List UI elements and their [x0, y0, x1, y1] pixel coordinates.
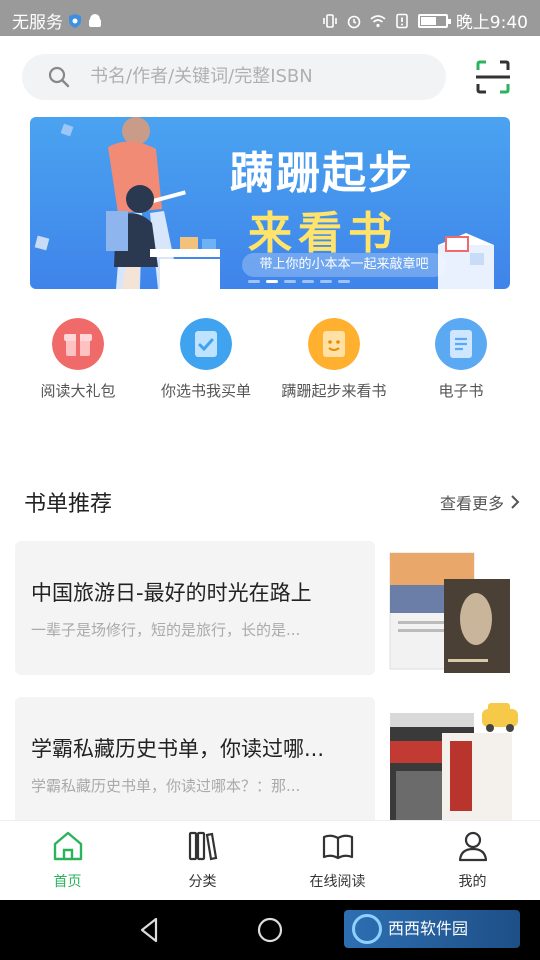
section-title: 书单推荐 — [24, 492, 113, 517]
booklist-covers — [389, 552, 510, 673]
ebook-icon — [435, 318, 487, 370]
open-book-icon — [322, 834, 353, 860]
home-icon — [53, 831, 82, 861]
category-books-icon — [188, 831, 217, 861]
see-more-label: 查看更多 — [439, 494, 504, 513]
banner-dot — [320, 280, 332, 283]
back-icon[interactable] — [134, 914, 166, 946]
book-smile-icon — [308, 318, 360, 370]
quick-entry-choose-book[interactable]: 你选书我买单 — [141, 318, 271, 401]
wifi-icon — [370, 14, 386, 27]
quick-entry-label: 你选书我买单 — [160, 382, 251, 400]
banner-caption: 带上你的小本本一起来敲章吧 — [242, 253, 446, 277]
user-icon — [458, 831, 487, 862]
nav-label: 首页 — [53, 874, 82, 890]
quick-entry-ebook[interactable]: 电子书 — [396, 318, 526, 401]
search-bar[interactable] — [22, 54, 446, 100]
banner-dot — [338, 280, 350, 283]
quick-entry-first-steps[interactable]: 蹒跚起步来看书 — [269, 318, 399, 401]
booklist-card[interactable]: 中国旅游日-最好的时光在路上 一辈子是场修行，短的是旅行，长的是... — [15, 541, 375, 675]
shield-icon — [69, 13, 81, 28]
bottom-nav: 首页 分类 在线阅读 我的 — [0, 820, 540, 900]
nav-home[interactable]: 首页 — [0, 829, 135, 891]
nav-label: 分类 — [188, 874, 217, 890]
status-left: 无服务 — [12, 8, 103, 33]
nav-label: 在线阅读 — [309, 874, 366, 890]
vibrate-icon — [323, 13, 337, 28]
status-bar: 无服务 晚上9:40 — [0, 0, 540, 36]
booklist-title: 学霸私藏历史书单，你读过哪... — [31, 737, 325, 761]
booklist-description: 一辈子是场修行，短的是旅行，长的是... — [31, 621, 301, 639]
promo-banner[interactable]: 蹒跚起步 来看书 带上你的小本本一起来敲章吧 — [30, 117, 510, 289]
quick-entry-gift[interactable]: 阅读大礼包 — [13, 318, 143, 401]
carrier-text: 无服务 — [12, 13, 63, 33]
banner-pagination — [248, 280, 350, 283]
banner-title: 蹒跚起步 — [230, 148, 414, 199]
nav-online-reading[interactable]: 在线阅读 — [270, 829, 405, 891]
watermark-badge: 西西软件园 — [344, 910, 520, 948]
status-right: 晚上9:40 — [322, 8, 528, 33]
book-check-icon — [180, 318, 232, 370]
booklist-card[interactable]: 学霸私藏历史书单，你读过哪... 学霸私藏历史书单，你读过哪本？：那... — [15, 697, 375, 831]
see-more-link[interactable]: 查看更多 — [440, 490, 520, 514]
banner-dot — [248, 280, 260, 283]
home-button-icon[interactable] — [254, 914, 286, 946]
booklist-title: 中国旅游日-最好的时光在路上 — [31, 581, 312, 605]
banner-dot-active — [266, 280, 278, 283]
banner-dot — [302, 280, 314, 283]
android-icon — [89, 13, 101, 27]
search-input[interactable] — [90, 54, 430, 100]
booklist-covers — [390, 703, 518, 831]
scan-icon[interactable] — [476, 60, 510, 94]
system-nav-bar: 西西软件园 — [0, 900, 540, 960]
sim-alert-icon — [396, 13, 408, 28]
nav-label: 我的 — [458, 874, 487, 890]
gift-icon — [52, 318, 104, 370]
chevron-right-icon — [511, 495, 520, 509]
battery-icon — [417, 13, 451, 28]
booklist-description: 学霸私藏历史书单，你读过哪本？：那... — [31, 777, 301, 795]
quick-entry-label: 电子书 — [438, 382, 484, 400]
quick-entry-label: 蹒跚起步来看书 — [281, 382, 387, 400]
nav-mine[interactable]: 我的 — [405, 829, 540, 891]
banner-dot — [284, 280, 296, 283]
nav-category[interactable]: 分类 — [135, 829, 270, 891]
search-icon — [48, 66, 70, 88]
banner-subtitle: 来看书 — [248, 208, 398, 259]
quick-entries: 阅读大礼包 你选书我买单 蹒跚起步来看书 电子书 — [0, 318, 540, 408]
clock-text: 晚上9:40 — [455, 13, 528, 33]
quick-entry-label: 阅读大礼包 — [40, 382, 116, 400]
watermark-logo-icon — [352, 914, 382, 944]
watermark-text: 西西软件园 — [388, 919, 469, 938]
alarm-icon — [347, 15, 361, 28]
